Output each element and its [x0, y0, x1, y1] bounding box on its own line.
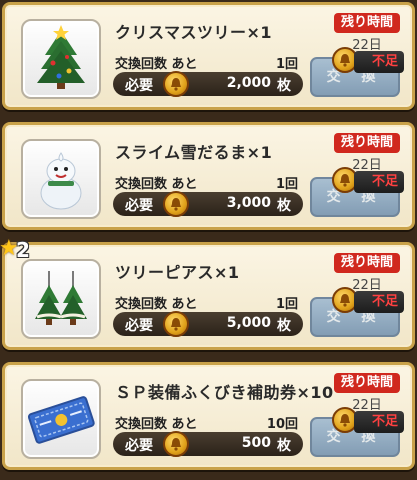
insufficient-label: 不足 — [371, 414, 398, 429]
cost-value: 5,000 — [226, 315, 271, 331]
insufficient-badge: 不足 — [354, 291, 404, 313]
exchange-button-area: 残り時間 22日 交 換 不足 — [302, 125, 412, 233]
item-thumbnail — [21, 259, 101, 339]
exchange-item-card[interactable]: スライム雪だるま×1 交換回数 あと 1回 必要 3,000 枚 残り時間 22… — [2, 122, 415, 230]
bell-coin-icon — [163, 191, 189, 217]
remaining-time-badge: 残り時間 — [334, 253, 400, 273]
item-name: ツリーピアス×1 — [115, 263, 240, 282]
bell-coin-icon — [163, 71, 189, 97]
exchange-count-row: 交換回数 あと 1回 — [115, 53, 300, 72]
item-thumbnail — [21, 19, 101, 99]
required-cost-bar: 必要 3,000 枚 — [113, 191, 303, 217]
item-name: スライム雪だるま×1 — [115, 143, 273, 162]
item-name: クリスマスツリー×1 — [115, 23, 273, 42]
cost-value: 500 — [241, 435, 271, 451]
exchange-count-row: 交換回数 あと 1回 — [115, 173, 300, 192]
item-name: ＳＰ装備ふくびき補助券×10 — [115, 383, 334, 402]
remaining-time-badge: 残り時間 — [334, 373, 400, 393]
exchange-count-value: 1回 — [275, 57, 298, 72]
exchange-count-label: 交換回数 あと — [115, 57, 198, 72]
remaining-time-badge: 残り時間 — [334, 133, 400, 153]
slime-snowman-icon — [40, 152, 82, 210]
insufficient-label: 不足 — [371, 54, 398, 69]
exchange-item-card[interactable]: ★ 2 ツリーピアス×1 交換回数 あと 1回 必要 5,000 枚 残り時間 … — [0, 237, 415, 353]
exchange-count-row: 交換回数 あと 1回 — [115, 293, 300, 312]
exchange-item-list: クリスマスツリー×1 交換回数 あと 1回 必要 2,000 枚 残り時間 22… — [0, 0, 417, 480]
exchange-button-area: 残り時間 22日 交 換 不足 — [302, 245, 412, 353]
star-rank-value: 2 — [16, 238, 30, 262]
cost-value: 3,000 — [226, 195, 271, 211]
exchange-button-area: 残り時間 22日 交 換 不足 — [302, 365, 412, 473]
exchange-button-area: 残り時間 22日 交 換 不足 — [302, 5, 412, 113]
bell-coin-icon — [163, 311, 189, 337]
required-label: 必要 — [125, 198, 153, 214]
required-label: 必要 — [125, 318, 153, 334]
insufficient-label: 不足 — [371, 294, 398, 309]
cost-unit: 枚 — [277, 318, 291, 334]
star-rank-badge: ★ 2 — [0, 237, 41, 263]
exchange-count-value: 10回 — [266, 417, 298, 432]
required-cost-bar: 必要 500 枚 — [113, 431, 303, 457]
required-label: 必要 — [125, 438, 153, 454]
required-cost-bar: 必要 5,000 枚 — [113, 311, 303, 337]
exchange-count-row: 交換回数 あと 10回 — [115, 413, 300, 432]
exchange-count-label: 交換回数 あと — [115, 417, 198, 432]
cost-value: 2,000 — [226, 75, 271, 91]
required-cost-bar: 必要 2,000 枚 — [113, 71, 303, 97]
insufficient-label: 不足 — [371, 174, 398, 189]
cost-unit: 枚 — [277, 198, 291, 214]
exchange-count-label: 交換回数 あと — [115, 297, 198, 312]
exchange-item-card[interactable]: クリスマスツリー×1 交換回数 あと 1回 必要 2,000 枚 残り時間 22… — [2, 2, 415, 110]
item-thumbnail — [21, 139, 101, 219]
bell-coin-icon — [163, 431, 189, 457]
item-thumbnail — [21, 379, 101, 459]
lottery-ticket-icon — [27, 396, 95, 444]
required-label: 必要 — [125, 78, 153, 94]
tree-earrings-icon — [35, 271, 87, 325]
exchange-item-card[interactable]: ＳＰ装備ふくびき補助券×10 交換回数 あと 10回 必要 500 枚 残り時間… — [2, 362, 415, 470]
insufficient-badge: 不足 — [354, 171, 404, 193]
insufficient-badge: 不足 — [354, 51, 404, 73]
exchange-count-value: 1回 — [275, 297, 298, 312]
cost-unit: 枚 — [277, 78, 291, 94]
exchange-count-label: 交換回数 あと — [115, 177, 198, 192]
insufficient-badge: 不足 — [354, 411, 404, 433]
exchange-count-value: 1回 — [275, 177, 298, 192]
cost-unit: 枚 — [277, 438, 291, 454]
christmas-tree-icon — [37, 25, 85, 89]
remaining-time-badge: 残り時間 — [334, 13, 400, 33]
